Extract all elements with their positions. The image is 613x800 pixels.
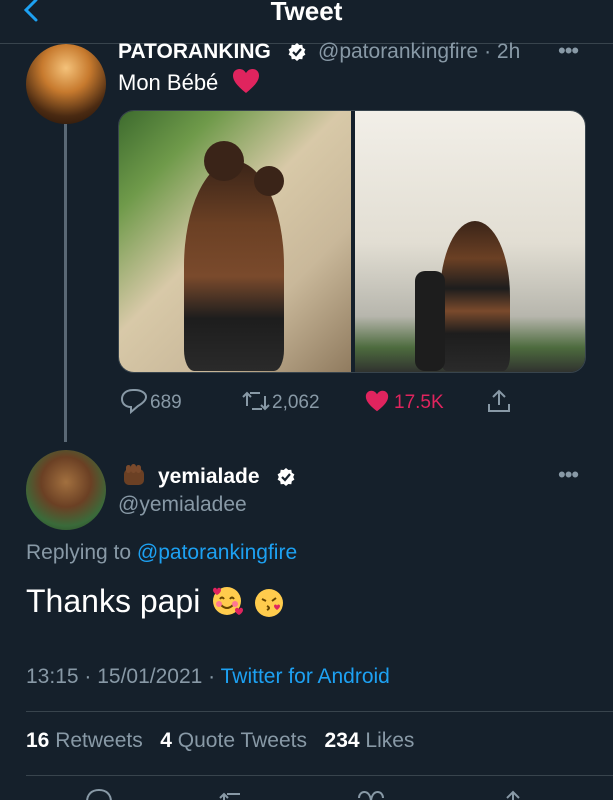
photo-2[interactable] bbox=[355, 111, 585, 372]
like-count: 17.5K bbox=[394, 392, 444, 413]
verified-badge-icon bbox=[287, 42, 307, 62]
reply-icon[interactable] bbox=[84, 788, 114, 800]
likes-count: 234 bbox=[324, 729, 360, 752]
reply-icon bbox=[120, 389, 148, 414]
tweet-text: Thanks papi bbox=[26, 583, 201, 619]
replying-handle-link[interactable]: @patorankingfire bbox=[137, 541, 297, 564]
page-title: Tweet bbox=[270, 0, 343, 26]
retweets-stat[interactable]: 16 Retweets bbox=[26, 729, 143, 752]
reply-button[interactable]: 689 bbox=[120, 388, 200, 414]
thread-connector-line bbox=[64, 124, 67, 442]
author-name[interactable]: yemialade bbox=[158, 465, 260, 489]
more-icon[interactable]: ••• bbox=[558, 462, 579, 488]
retweet-icon[interactable] bbox=[218, 788, 248, 800]
raised-fist-icon bbox=[120, 461, 148, 489]
heart-icon[interactable] bbox=[356, 788, 386, 800]
tweet-timestamp: 13:15 · 15/01/2021 · bbox=[26, 665, 216, 688]
likes-stat[interactable]: 234 Likes bbox=[325, 729, 415, 752]
like-button[interactable]: 17.5K bbox=[364, 388, 454, 414]
replying-to: Replying to @patorankingfire bbox=[26, 541, 297, 565]
author-name[interactable]: PATORANKING bbox=[118, 40, 271, 64]
tweet-metadata: 13:15 · 15/01/2021 · Twitter for Android bbox=[26, 665, 390, 689]
author-handle[interactable]: @patorankingfire · 2h bbox=[318, 40, 520, 64]
photo-1[interactable] bbox=[119, 111, 351, 372]
retweet-icon bbox=[242, 391, 270, 411]
likes-label: Likes bbox=[365, 729, 415, 752]
heart-icon bbox=[365, 390, 389, 412]
tweet-age: · 2h bbox=[484, 40, 521, 63]
avatar-yemialade[interactable] bbox=[26, 450, 106, 530]
retweets-count: 16 bbox=[26, 729, 50, 752]
quote-count: 4 bbox=[160, 729, 172, 752]
more-icon[interactable]: ••• bbox=[558, 38, 579, 64]
tweet-source-link[interactable]: Twitter for Android bbox=[221, 665, 390, 688]
replying-prefix: Replying to bbox=[26, 541, 132, 564]
quote-label: Quote Tweets bbox=[177, 729, 307, 752]
quote-tweets-stat[interactable]: 4 Quote Tweets bbox=[160, 729, 307, 752]
retweets-label: Retweets bbox=[55, 729, 143, 752]
tweet-media[interactable] bbox=[118, 110, 586, 373]
share-icon bbox=[488, 389, 510, 412]
avatar-patoranking[interactable] bbox=[26, 44, 106, 124]
smiling-face-with-hearts-icon bbox=[210, 584, 244, 618]
retweet-count: 2,062 bbox=[272, 392, 320, 413]
face-blowing-kiss-icon bbox=[252, 586, 286, 620]
tweet-text: Mon Bébé bbox=[118, 70, 219, 95]
header-bar: Tweet bbox=[0, 0, 613, 44]
reply-count: 689 bbox=[150, 392, 182, 413]
retweet-button[interactable]: 2,062 bbox=[240, 388, 340, 414]
red-heart-icon bbox=[232, 68, 260, 94]
handle-text: @patorankingfire bbox=[318, 40, 479, 63]
divider bbox=[26, 775, 613, 776]
share-button[interactable] bbox=[486, 388, 514, 414]
author-handle[interactable]: @yemialadee bbox=[118, 493, 247, 517]
engagement-stats: 16 Retweets 4 Quote Tweets 234 Likes bbox=[26, 729, 414, 753]
verified-badge-icon bbox=[276, 467, 296, 487]
share-icon[interactable] bbox=[498, 788, 528, 800]
divider bbox=[26, 711, 613, 712]
